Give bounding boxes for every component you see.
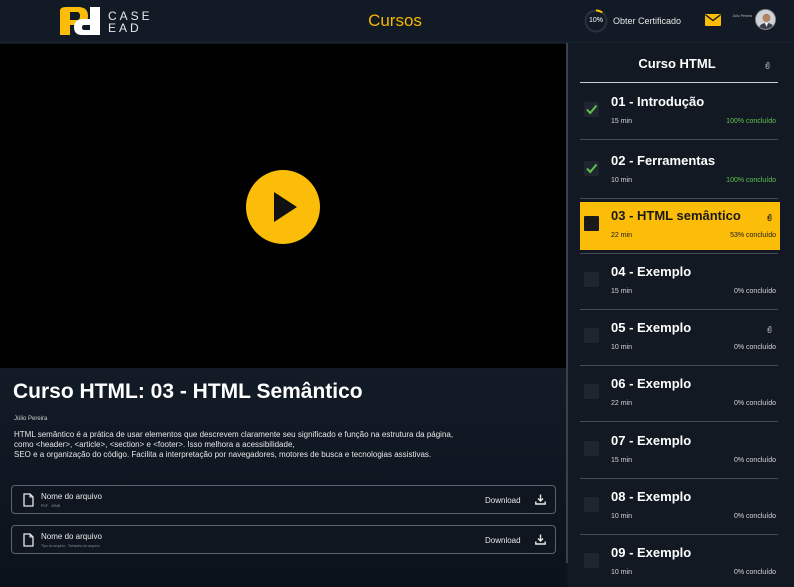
- page-title: Cursos: [368, 11, 422, 30]
- lesson-duration: 22 min: [611, 232, 633, 239]
- download-button[interactable]: Download: [485, 496, 521, 505]
- lesson-item[interactable]: 02 - Ferramentas 10 min 100% concluído: [580, 147, 780, 199]
- attachment-icon: [765, 62, 770, 69]
- lesson-item[interactable]: 04 - Exemplo 15 min 0% concluído: [580, 258, 780, 310]
- course-progress-text: 10%: [588, 17, 603, 24]
- lesson-progress: 0% concluído: [733, 569, 776, 576]
- lesson-separator: [580, 365, 778, 366]
- lesson-duration: 15 min: [611, 118, 633, 125]
- download-icon[interactable]: [535, 534, 546, 545]
- lesson-separator: [580, 198, 778, 199]
- lesson-sidebar: Curso HTML 01 - Introdução 15 min 100% con…: [568, 44, 794, 587]
- lesson-duration: 10 min: [611, 344, 633, 351]
- lesson-item[interactable]: 03 - HTML semântico 22 min 53% concluído: [580, 202, 780, 254]
- play-button[interactable]: [246, 170, 320, 244]
- lesson-duration: 10 min: [611, 569, 633, 576]
- lesson-progress: 53% concluído: [730, 232, 776, 239]
- lesson-progress: 0% concluído: [733, 400, 776, 407]
- lesson-checkbox[interactable]: [584, 216, 599, 231]
- mail-icon[interactable]: [705, 14, 721, 26]
- file-name: Nome do arquivo: [41, 492, 102, 501]
- lesson-duration: 15 min: [611, 288, 633, 295]
- lesson-title: Curso HTML: 03 - HTML Semântico: [13, 380, 363, 403]
- lesson-checkbox[interactable]: [584, 384, 599, 399]
- lesson-info: Curso HTML: 03 - HTML Semântico Júlio Pe…: [0, 368, 566, 587]
- lesson-checkbox[interactable]: [584, 161, 599, 176]
- lesson-progress: 0% concluído: [733, 457, 776, 464]
- top-header: CASE EAD Cursos 10% Obter Certificado Jú…: [0, 0, 794, 43]
- user-avatar-icon: [756, 10, 775, 29]
- lesson-progress: 0% concluído: [733, 288, 776, 295]
- lesson-duration: 22 min: [611, 400, 633, 407]
- lesson-name: 02 - Ferramentas: [611, 153, 716, 168]
- file-row[interactable]: Nome do arquivo Tipo do arquivo - Tamanh…: [11, 525, 556, 554]
- lesson-item[interactable]: 07 - Exemplo 15 min 0% concluído: [580, 427, 780, 479]
- lesson-separator: [580, 534, 778, 535]
- user-name: Júlio Pereira: [732, 14, 752, 18]
- lesson-name: 09 - Exemplo: [611, 545, 692, 560]
- file-meta: PDF - 40MB: [41, 504, 61, 508]
- lesson-separator: [580, 253, 778, 254]
- lesson-progress: 0% concluído: [733, 344, 776, 351]
- sidebar-divider-line: [580, 82, 778, 83]
- lesson-duration: 15 min: [611, 457, 633, 464]
- lesson-item[interactable]: 01 - Introdução 15 min 100% concluído: [580, 88, 780, 140]
- lesson-item[interactable]: 08 - Exemplo 10 min 0% concluído: [580, 483, 780, 535]
- logo-text: CASE EAD: [108, 9, 153, 35]
- lesson-checkbox[interactable]: [584, 328, 599, 343]
- checkmark-icon: [586, 163, 598, 174]
- lesson-name: 05 - Exemplo: [611, 320, 692, 335]
- attachment-icon: [767, 320, 772, 333]
- checkmark-icon: [586, 104, 598, 115]
- lesson-name: 03 - HTML semântico: [611, 208, 741, 223]
- file-name: Nome do arquivo: [41, 532, 102, 541]
- lesson-separator: [580, 478, 778, 479]
- logo[interactable]: CASE EAD: [58, 5, 154, 37]
- video-player[interactable]: [0, 44, 566, 368]
- attachment-icon: [767, 208, 772, 221]
- file-row[interactable]: Nome do arquivo PDF - 40MB Download: [11, 485, 556, 514]
- file-icon: [23, 493, 34, 507]
- lesson-checkbox[interactable]: [584, 553, 599, 568]
- lesson-name: 07 - Exemplo: [611, 433, 692, 448]
- lesson-name: 06 - Exemplo: [611, 376, 692, 391]
- lesson-author: Júlio Pereira: [14, 416, 48, 422]
- lesson-checkbox[interactable]: [584, 102, 599, 117]
- get-certificate-link[interactable]: Obter Certificado: [613, 16, 681, 26]
- logo-mark-icon: [60, 7, 100, 35]
- lesson-progress: 0% concluído: [733, 513, 776, 520]
- play-icon: [274, 192, 297, 222]
- lesson-progress: 100% concluído: [726, 177, 776, 184]
- lesson-item[interactable]: 05 - Exemplo 10 min 0% concluído: [580, 314, 780, 366]
- lesson-duration: 10 min: [611, 177, 633, 184]
- file-meta: Tipo do arquivo - Tamanho do arquivo: [41, 544, 100, 548]
- lesson-name: 04 - Exemplo: [611, 264, 692, 279]
- lesson-checkbox[interactable]: [584, 441, 599, 456]
- lesson-description: HTML semântico é a prática de usar eleme…: [14, 430, 454, 459]
- lesson-duration: 10 min: [611, 513, 633, 520]
- avatar[interactable]: [755, 9, 776, 30]
- lesson-name: 08 - Exemplo: [611, 489, 692, 504]
- download-button[interactable]: Download: [485, 536, 521, 545]
- lesson-checkbox[interactable]: [584, 272, 599, 287]
- lesson-item[interactable]: 09 - Exemplo 10 min 0% concluído: [580, 539, 780, 587]
- lesson-progress: 100% concluído: [726, 118, 776, 125]
- sidebar-title: Curso HTML: [638, 56, 716, 71]
- lesson-separator: [580, 309, 778, 310]
- lesson-separator: [580, 421, 778, 422]
- lesson-separator: [580, 139, 778, 140]
- lesson-name: 01 - Introdução: [611, 94, 705, 109]
- file-icon: [23, 533, 34, 547]
- lesson-item[interactable]: 06 - Exemplo 22 min 0% concluído: [580, 370, 780, 422]
- download-icon[interactable]: [535, 494, 546, 505]
- lesson-checkbox[interactable]: [584, 497, 599, 512]
